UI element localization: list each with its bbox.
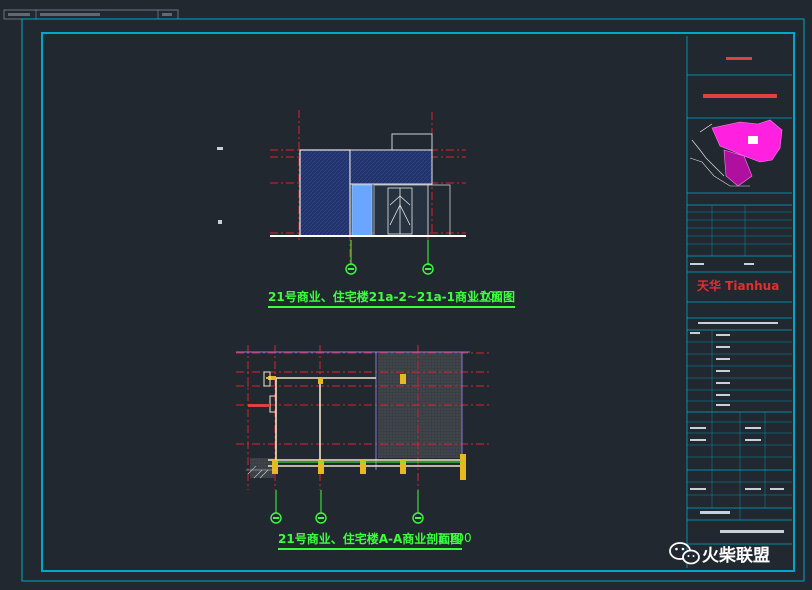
site-key-plan <box>689 119 783 187</box>
watermark-text: 火柴联盟 <box>702 546 770 566</box>
section-scale: 1:100 <box>437 531 472 545</box>
watermark: 火柴联盟 <box>666 541 770 566</box>
file-tab-strip <box>3 9 179 20</box>
title-block-brand-logo: 天华 Tianhua <box>697 279 780 293</box>
section-drawing <box>236 240 490 524</box>
elevation-drawing <box>217 110 466 275</box>
elevation-scale: 1:100 <box>468 289 503 303</box>
section-title: 21号商业、住宅楼A-A商业剖面图 <box>278 530 463 550</box>
